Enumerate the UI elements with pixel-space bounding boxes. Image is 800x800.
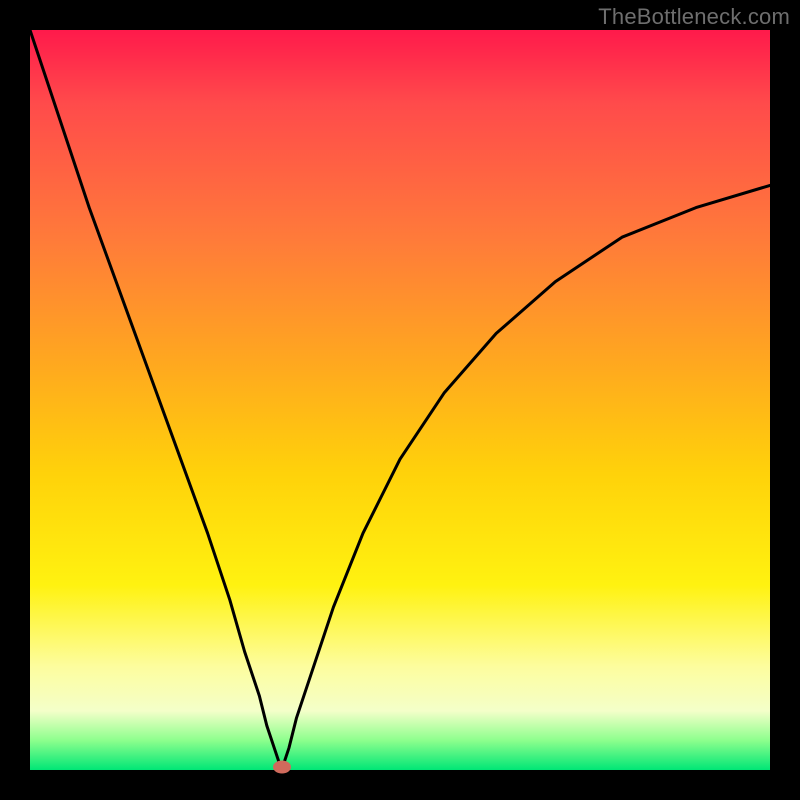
bottleneck-curve — [30, 30, 770, 770]
chart-frame: TheBottleneck.com — [0, 0, 800, 800]
plot-area — [30, 30, 770, 770]
curve-svg — [30, 30, 770, 770]
watermark-text: TheBottleneck.com — [598, 4, 790, 30]
optimal-point-marker — [273, 761, 291, 774]
